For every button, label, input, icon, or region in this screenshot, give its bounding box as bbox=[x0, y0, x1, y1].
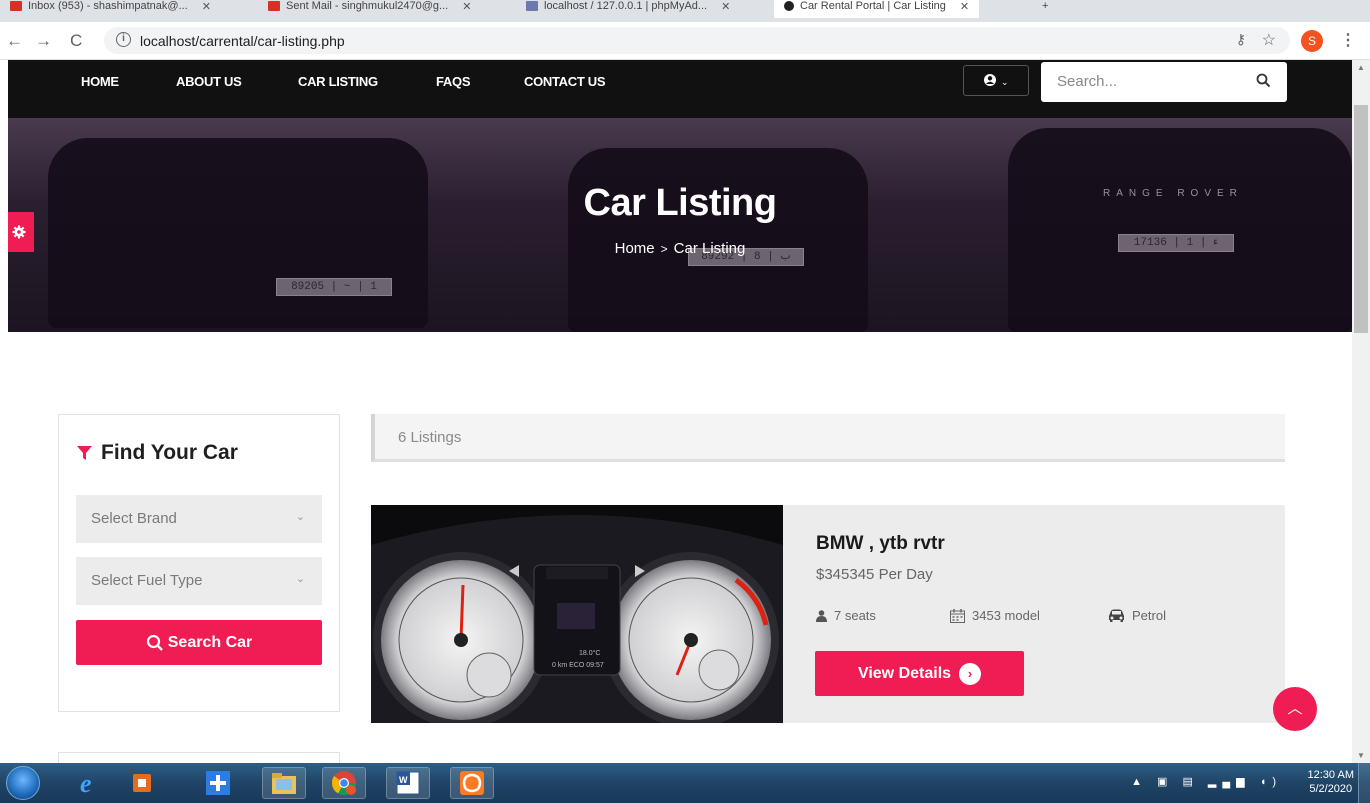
nav-contact-us[interactable]: CONTACT US bbox=[524, 74, 606, 89]
address-bar[interactable]: i localhost/carrental/car-listing.php ⚷ … bbox=[104, 27, 1290, 54]
close-icon[interactable]: ✕ bbox=[721, 0, 730, 13]
gmail-icon bbox=[268, 1, 280, 11]
chevron-right-icon: > bbox=[660, 242, 668, 256]
show-desktop-button[interactable] bbox=[1358, 763, 1370, 803]
breadcrumb-home[interactable]: Home bbox=[615, 240, 655, 257]
breadcrumb-current: Car Listing bbox=[673, 240, 746, 257]
svg-text:18.0°C: 18.0°C bbox=[579, 649, 600, 657]
svg-text:0 km ECO 09:57: 0 km ECO 09:57 bbox=[552, 662, 604, 669]
listing-count: 6 Listings bbox=[398, 429, 462, 446]
profile-avatar[interactable]: S bbox=[1301, 30, 1323, 52]
internet-explorer-icon[interactable]: e bbox=[68, 767, 112, 799]
xampp-icon[interactable] bbox=[450, 767, 494, 799]
browser-toolbar: ← → C i localhost/carrental/car-listing.… bbox=[0, 22, 1370, 60]
browser-tab-active[interactable]: Car Rental Portal | Car Listing ✕ bbox=[774, 0, 980, 18]
spec-seats: 7 seats bbox=[816, 608, 876, 623]
scroll-up-arrow[interactable]: ▲ bbox=[1357, 63, 1365, 72]
scroll-down-arrow[interactable]: ▼ bbox=[1357, 751, 1365, 760]
view-details-button[interactable]: View Details › bbox=[815, 651, 1024, 696]
url-text[interactable]: localhost/carrental/car-listing.php bbox=[140, 33, 345, 49]
chevron-down-icon: ⌄ bbox=[295, 511, 305, 523]
file-explorer-icon[interactable] bbox=[262, 767, 306, 799]
site-search[interactable]: Search... bbox=[1041, 62, 1287, 102]
search-icon[interactable] bbox=[1256, 73, 1271, 88]
bookmark-star-icon[interactable]: ☆ bbox=[1262, 30, 1276, 50]
site-nav: HOME ABOUT US CAR LISTING FAQS CONTACT U… bbox=[8, 60, 1352, 118]
info-icon[interactable]: i bbox=[116, 32, 131, 47]
plate-left: 89205 | ~ | 1 bbox=[276, 278, 392, 296]
nav-faqs[interactable]: FAQS bbox=[436, 74, 471, 89]
start-button[interactable] bbox=[6, 766, 40, 800]
reload-icon[interactable]: C bbox=[70, 31, 82, 51]
svg-text:e: e bbox=[80, 769, 92, 798]
calendar-icon bbox=[950, 608, 965, 623]
car-price: $345345 Per Day bbox=[816, 566, 933, 583]
chevron-down-icon: ⌄ bbox=[1001, 77, 1009, 87]
spec-model: 3453 model bbox=[950, 608, 1040, 623]
filter-icon bbox=[77, 446, 92, 460]
windows-taskbar: e W ▲ ▣ ▤ ▂▄▆ ◖) 12:30 AM 5/2/2020 bbox=[0, 763, 1370, 803]
browser-menu-icon[interactable]: ⋮ bbox=[1340, 30, 1356, 50]
car-image[interactable]: 0 km ECO 09:57 18.0°C bbox=[371, 505, 783, 723]
back-icon[interactable]: ← bbox=[6, 31, 23, 51]
word-icon[interactable]: W bbox=[386, 767, 430, 799]
close-icon[interactable]: ✕ bbox=[462, 0, 471, 13]
media-app-icon[interactable] bbox=[120, 767, 164, 799]
back-to-top-button[interactable]: ︿ bbox=[1273, 687, 1317, 731]
new-tab-button[interactable]: + bbox=[1032, 0, 1058, 18]
chevron-down-icon: ⌄ bbox=[295, 573, 305, 585]
page-scrollbar[interactable]: ▲ ▼ bbox=[1352, 60, 1370, 763]
browser-tab[interactable]: Inbox (953) - shashimpatnak@... ✕ bbox=[0, 0, 221, 18]
search-icon bbox=[146, 634, 163, 651]
close-icon[interactable]: ✕ bbox=[960, 0, 969, 13]
gear-icon bbox=[12, 225, 26, 239]
add-app-icon[interactable] bbox=[196, 767, 240, 799]
user-icon bbox=[816, 609, 827, 622]
find-car-panel: Find Your Car Select Brand ⌄ Select Fuel… bbox=[58, 414, 340, 712]
nav-about-us[interactable]: ABOUT US bbox=[176, 74, 242, 89]
car-card: 0 km ECO 09:57 18.0°C BMW , ytb rvtr $34… bbox=[371, 505, 1285, 723]
hero-banner: RANGE ROVER 89205 | ~ | 1 89292 | ب | 8 … bbox=[8, 118, 1352, 332]
spec-fuel: Petrol bbox=[1108, 608, 1166, 623]
close-icon[interactable]: ✕ bbox=[202, 0, 211, 13]
svg-text:W: W bbox=[399, 775, 408, 785]
system-clock[interactable]: 12:30 AM 5/2/2020 bbox=[1308, 768, 1354, 796]
brand-select[interactable]: Select Brand ⌄ bbox=[76, 495, 322, 543]
browser-tab[interactable]: localhost / 127.0.0.1 | phpMyAd... ✕ bbox=[516, 0, 740, 18]
user-menu-button[interactable]: ⌄ bbox=[963, 65, 1029, 96]
phpmyadmin-icon bbox=[526, 1, 538, 11]
car-icon bbox=[1109, 609, 1124, 622]
search-car-button[interactable]: Search Car bbox=[76, 620, 322, 665]
search-input[interactable]: Search... bbox=[1057, 73, 1117, 90]
page-icon bbox=[784, 1, 794, 11]
user-circle-icon bbox=[984, 74, 997, 86]
forward-icon[interactable]: → bbox=[35, 31, 52, 51]
nav-car-listing[interactable]: CAR LISTING bbox=[298, 74, 378, 89]
car-silhouette-right bbox=[1008, 128, 1352, 332]
car-title[interactable]: BMW , ytb rvtr bbox=[816, 533, 945, 555]
chevron-up-icon: ︿ bbox=[1287, 700, 1303, 717]
listing-count-bar: 6 Listings bbox=[371, 414, 1285, 462]
breadcrumb: Home > Car Listing bbox=[8, 240, 1352, 257]
page-title: Car Listing bbox=[583, 182, 777, 224]
find-car-heading: Find Your Car bbox=[77, 441, 238, 465]
scrollbar-thumb[interactable] bbox=[1354, 105, 1368, 333]
chrome-icon[interactable] bbox=[322, 767, 366, 799]
key-icon[interactable]: ⚷ bbox=[1236, 31, 1246, 48]
dashboard-cluster-image: 0 km ECO 09:57 18.0°C bbox=[371, 505, 783, 723]
nav-home[interactable]: HOME bbox=[81, 74, 119, 89]
gmail-icon bbox=[10, 1, 22, 11]
system-tray-icons[interactable]: ▲ ▣ ▤ ▂▄▆ ◖) bbox=[1131, 775, 1282, 788]
browser-tab[interactable]: Sent Mail - singhmukul2470@g... ✕ bbox=[258, 0, 481, 18]
chevron-right-circle-icon: › bbox=[959, 662, 982, 685]
browser-tabstrip: Inbox (953) - shashimpatnak@... ✕ Sent Ma… bbox=[0, 0, 1370, 22]
car-silhouette-left bbox=[48, 138, 428, 328]
style-switcher-button[interactable] bbox=[8, 212, 34, 252]
fuel-type-select[interactable]: Select Fuel Type ⌄ bbox=[76, 557, 322, 605]
